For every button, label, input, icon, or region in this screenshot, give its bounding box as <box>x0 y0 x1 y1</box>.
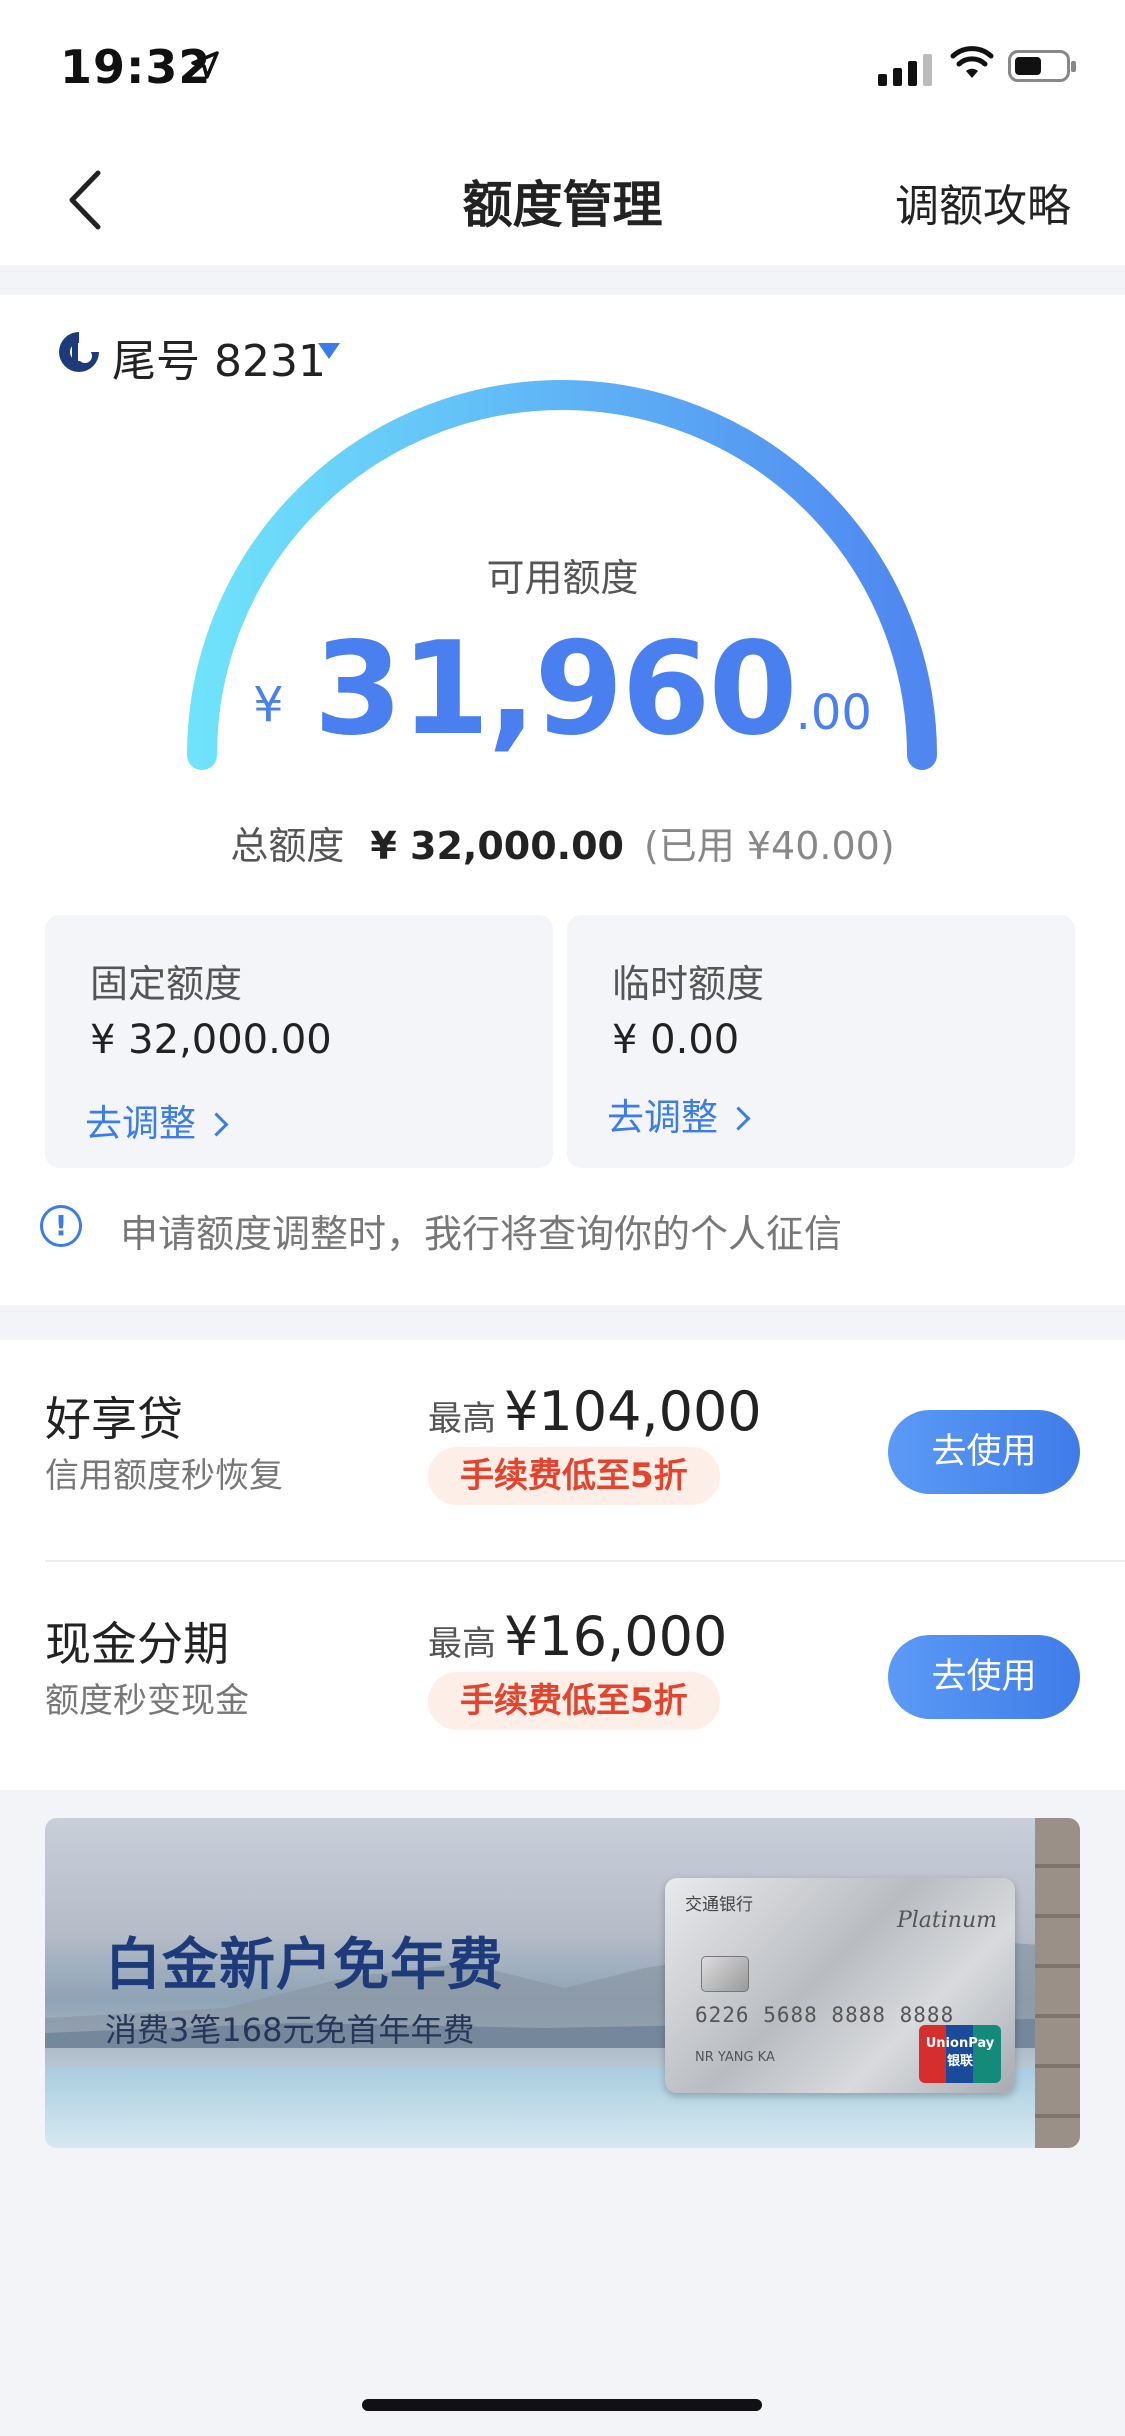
currency-symbol: ¥ <box>253 677 284 733</box>
card-tier: Platinum <box>896 1908 997 1933</box>
total-limit-row: 总额度 ¥ 32,000.00 (已用 ¥40.00) <box>0 815 1125 870</box>
status-time: 19:32 <box>60 40 212 94</box>
chevron-right-icon <box>726 1106 751 1131</box>
unionpay-logo: UnionPay 银联 <box>919 2025 1001 2083</box>
fee-discount-tag: 手续费低至5折 <box>428 1672 720 1730</box>
temporary-limit-label: 临时额度 <box>612 962 765 1006</box>
product-max-amount: 最高 ¥104,000 <box>428 1380 762 1443</box>
available-amount-decimal: .00 <box>795 685 872 741</box>
adjust-link-label: 去调整 <box>607 1096 718 1139</box>
max-prefix: 最高 <box>428 1399 496 1439</box>
fee-discount-tag: 手续费低至5折 <box>428 1447 720 1505</box>
battery-icon <box>1008 50 1076 82</box>
product-max-amount: 最高 ¥16,000 <box>428 1605 727 1668</box>
adjust-temporary-limit-link[interactable]: 去调整 <box>607 1087 751 1141</box>
banner-title: 白金新户免年费 <box>105 1933 504 1998</box>
use-haoxiangdai-button[interactable]: 去使用 <box>888 1410 1080 1494</box>
adjust-fixed-limit-link[interactable]: 去调整 <box>85 1093 229 1147</box>
card-bank-name: 交通银行 <box>685 1895 753 1915</box>
divider <box>45 1560 1125 1562</box>
total-limit-value: ¥ 32,000.00 <box>370 824 624 868</box>
fixed-limit-box: 固定额度 ¥ 32,000.00 去调整 <box>45 915 553 1168</box>
card-holder-name: NR YANG KA <box>695 2050 775 2065</box>
credit-check-notice: 申请额度调整时，我行将查询你的个人征信 <box>120 1212 843 1256</box>
chevron-right-icon <box>204 1112 229 1137</box>
location-arrow-icon <box>191 51 219 79</box>
product-name: 好享贷 <box>45 1392 183 1446</box>
available-amount-integer: 31,960 <box>313 615 798 764</box>
available-amount: ¥31,960.00 <box>0 615 1125 764</box>
product-name: 现金分期 <box>45 1617 229 1671</box>
available-limit-label: 可用额度 <box>486 556 639 600</box>
dropdown-caret-icon[interactable] <box>318 343 340 359</box>
used-amount: (已用 ¥40.00) <box>643 824 895 868</box>
max-value: ¥104,000 <box>504 1380 762 1443</box>
max-prefix: 最高 <box>428 1624 496 1664</box>
fixed-limit-label: 固定额度 <box>90 962 243 1006</box>
total-limit-label: 总额度 <box>230 824 345 868</box>
info-icon: ! <box>40 1205 82 1247</box>
bank-logo-icon <box>59 332 99 372</box>
wall-scenery <box>1035 1818 1080 2148</box>
max-value: ¥16,000 <box>504 1605 728 1668</box>
product-subtitle: 额度秒变现金 <box>45 1681 249 1721</box>
wifi-icon <box>950 46 994 78</box>
card-chip-icon <box>701 1956 749 1992</box>
credit-card-image: 交通银行 Platinum 6226 5688 8888 8888 NR YAN… <box>665 1878 1015 2093</box>
product-subtitle: 信用额度秒恢复 <box>45 1456 283 1496</box>
use-cash-installment-button[interactable]: 去使用 <box>888 1635 1080 1719</box>
card-number: 6226 5688 8888 8888 <box>695 2003 955 2027</box>
temporary-limit-box: 临时额度 ¥ 0.00 去调整 <box>567 915 1075 1168</box>
fixed-limit-value: ¥ 32,000.00 <box>90 1017 332 1063</box>
banner-subtitle: 消费3笔168元免首年年费 <box>105 2011 475 2049</box>
temporary-limit-value: ¥ 0.00 <box>612 1017 740 1063</box>
home-indicator <box>362 2399 762 2411</box>
cellular-signal-icon <box>878 52 932 86</box>
adjust-link-label: 去调整 <box>85 1102 196 1145</box>
limit-strategy-link[interactable]: 调额攻略 <box>895 170 1071 234</box>
